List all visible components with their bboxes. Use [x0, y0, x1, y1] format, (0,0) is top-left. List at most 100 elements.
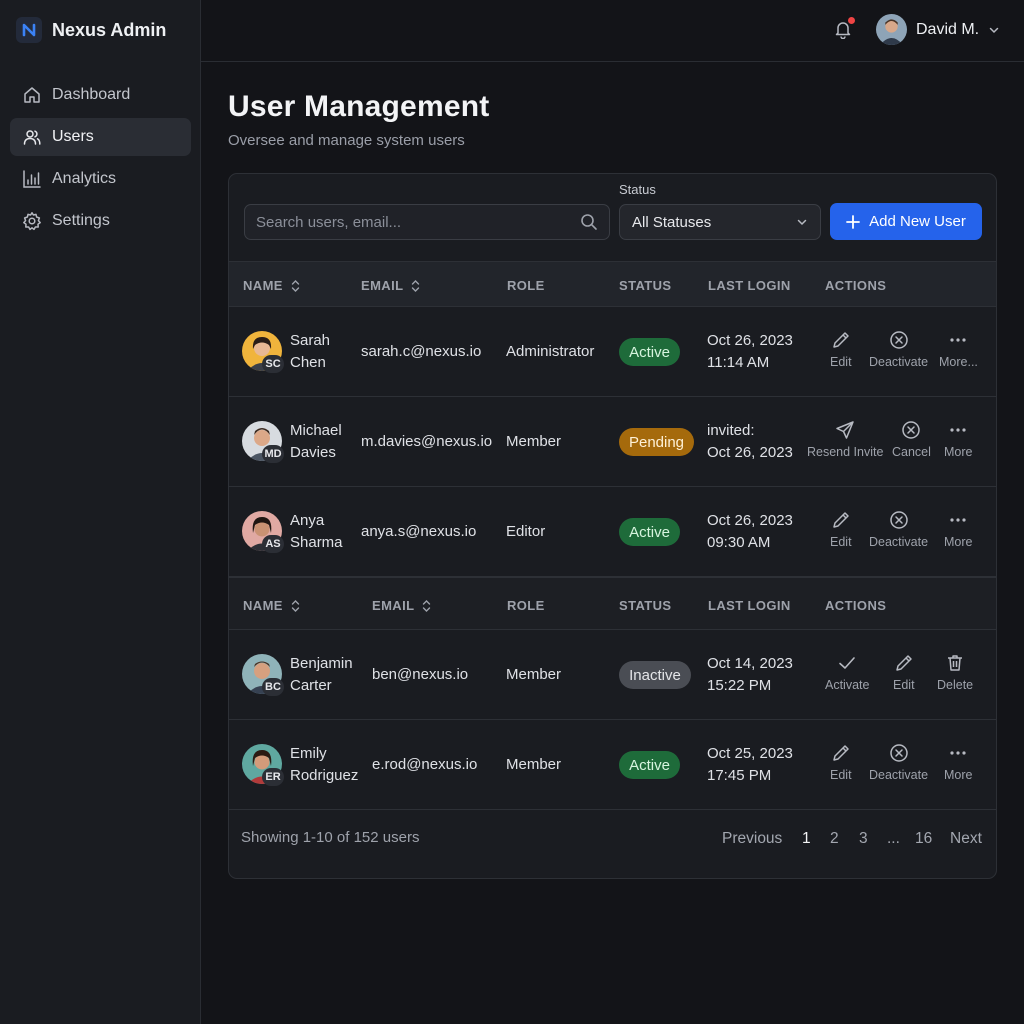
search-input[interactable]: [256, 213, 580, 231]
last-login: Oct 26, 2023 09:30 AM: [707, 510, 793, 554]
plus-icon: [846, 214, 861, 229]
more-icon: [950, 428, 966, 432]
page-1-button[interactable]: 1: [802, 830, 811, 848]
delete-button[interactable]: Delete: [937, 653, 973, 692]
user-email: ben@nexus.io: [372, 666, 469, 683]
user-name[interactable]: Michael Davies: [290, 420, 370, 464]
sidebar-item-analytics[interactable]: Analytics: [10, 160, 191, 198]
first-name: Benjamin: [290, 655, 353, 672]
action-label: Cancel: [892, 445, 931, 459]
user-name[interactable]: Emily Rodriguez: [290, 743, 370, 787]
user-menu[interactable]: David M.: [876, 14, 1000, 45]
user-email: anya.s@nexus.io: [361, 523, 477, 540]
more-button[interactable]: More: [944, 420, 972, 459]
first-name: Emily: [290, 745, 327, 762]
column-header-status: STATUS: [619, 598, 671, 613]
more-icon: [950, 338, 967, 342]
edit-button[interactable]: Edit: [830, 330, 852, 369]
action-label: Deactivate: [869, 535, 929, 549]
first-name: Anya: [290, 512, 325, 529]
sidebar-item-settings[interactable]: Settings: [10, 202, 191, 240]
resend-invite-button[interactable]: Resend Invite: [807, 420, 883, 459]
column-header-label: EMAIL: [361, 278, 404, 293]
page-2-button[interactable]: 2: [830, 830, 839, 848]
pagination-ellipsis: ...: [887, 830, 900, 847]
notifications-button[interactable]: [833, 17, 855, 41]
table-row: AS Anya Sharma anya.s@nexus.io Editor Act…: [229, 487, 996, 577]
column-header-email[interactable]: EMAIL: [372, 598, 431, 613]
check-icon: [839, 657, 856, 669]
sidebar-item-users[interactable]: Users: [10, 118, 191, 156]
action-label: Edit: [830, 535, 852, 549]
deactivate-button[interactable]: Deactivate: [869, 330, 928, 369]
edit-button[interactable]: Edit: [830, 510, 852, 549]
home-icon: [24, 87, 40, 103]
avatar-initials: SC: [262, 355, 284, 373]
more-button[interactable]: More: [944, 510, 972, 549]
pagination-summary: Showing 1-10 of 152 users: [241, 829, 420, 846]
column-header-label: NAME: [243, 278, 283, 293]
user-name[interactable]: Sarah Chen: [290, 330, 370, 374]
user-name[interactable]: Benjamin Carter: [290, 653, 370, 697]
column-header-label: STATUS: [619, 278, 672, 293]
users-icon: [23, 130, 41, 145]
avatar: MD: [242, 421, 284, 463]
column-header-email[interactable]: EMAIL: [361, 278, 420, 293]
last-login-time: 11:14 AM: [707, 354, 770, 371]
pencil-icon: [833, 332, 849, 348]
sort-icon: [291, 599, 300, 612]
column-header-name[interactable]: NAME: [243, 278, 300, 293]
brand[interactable]: Nexus Admin: [16, 17, 166, 43]
cancel-invite-button[interactable]: Cancel: [892, 420, 931, 459]
sidebar-item-dashboard[interactable]: Dashboard: [10, 76, 191, 114]
deactivate-button[interactable]: Deactivate: [869, 743, 928, 782]
action-label: Delete: [937, 678, 974, 692]
last-login-date: Oct 26, 2023: [707, 512, 793, 529]
column-header-label: STATUS: [619, 598, 672, 613]
avatar-initials: BC: [262, 678, 284, 696]
column-header-label: EMAIL: [372, 598, 415, 613]
previous-page-button[interactable]: Previous: [722, 830, 782, 848]
deactivate-button[interactable]: Deactivate: [869, 510, 928, 549]
sidebar-nav: Dashboard Users Analytics Settings: [10, 76, 191, 244]
add-new-user-button[interactable]: Add New User: [830, 203, 982, 240]
edit-button[interactable]: Edit: [830, 743, 852, 782]
column-header-name[interactable]: NAME: [243, 598, 300, 613]
action-label: Edit: [893, 678, 915, 692]
user-email: e.rod@nexus.io: [372, 756, 478, 773]
user-role: Editor: [506, 523, 546, 540]
last-name: Sharma: [290, 534, 343, 551]
more-button[interactable]: More: [944, 743, 972, 782]
last-login: Oct 14, 2023 15:22 PM: [707, 653, 793, 697]
first-name: Sarah: [290, 332, 331, 349]
status-filter-label: Status: [619, 182, 656, 197]
search-icon[interactable]: [580, 213, 598, 231]
page-title: User Management: [228, 90, 490, 123]
activate-button[interactable]: Activate: [825, 653, 869, 692]
next-page-button[interactable]: Next: [950, 830, 982, 848]
sidebar-item-label: Analytics: [52, 170, 117, 187]
page-3-button[interactable]: 3: [859, 830, 868, 848]
last-login-date: Oct 25, 2023: [707, 745, 793, 762]
notification-dot: [848, 17, 855, 24]
last-login: invited: Oct 26, 2023: [707, 420, 793, 464]
avatar: ER: [242, 744, 284, 786]
avatar: SC: [242, 331, 284, 373]
last-name: Rodriguez: [290, 767, 359, 784]
user-name[interactable]: Anya Sharma: [290, 510, 370, 554]
search-box[interactable]: [244, 204, 610, 240]
status-badge: Active: [619, 518, 680, 546]
chevron-down-icon: [797, 219, 807, 226]
more-button[interactable]: More...: [939, 330, 978, 369]
column-header-last-login: LAST LOGIN: [708, 598, 791, 613]
status-filter-value: All Statuses: [632, 213, 712, 231]
page-16-button[interactable]: 16: [915, 830, 932, 848]
user-email: sarah.c@nexus.io: [361, 343, 482, 360]
user-role: Member: [506, 666, 562, 683]
action-label: Edit: [830, 355, 852, 369]
gear-icon: [23, 212, 41, 231]
current-user-name: David M.: [916, 20, 980, 38]
avatar: AS: [242, 511, 284, 553]
status-filter-select[interactable]: All Statuses: [619, 204, 821, 240]
edit-button[interactable]: Edit: [893, 653, 915, 692]
